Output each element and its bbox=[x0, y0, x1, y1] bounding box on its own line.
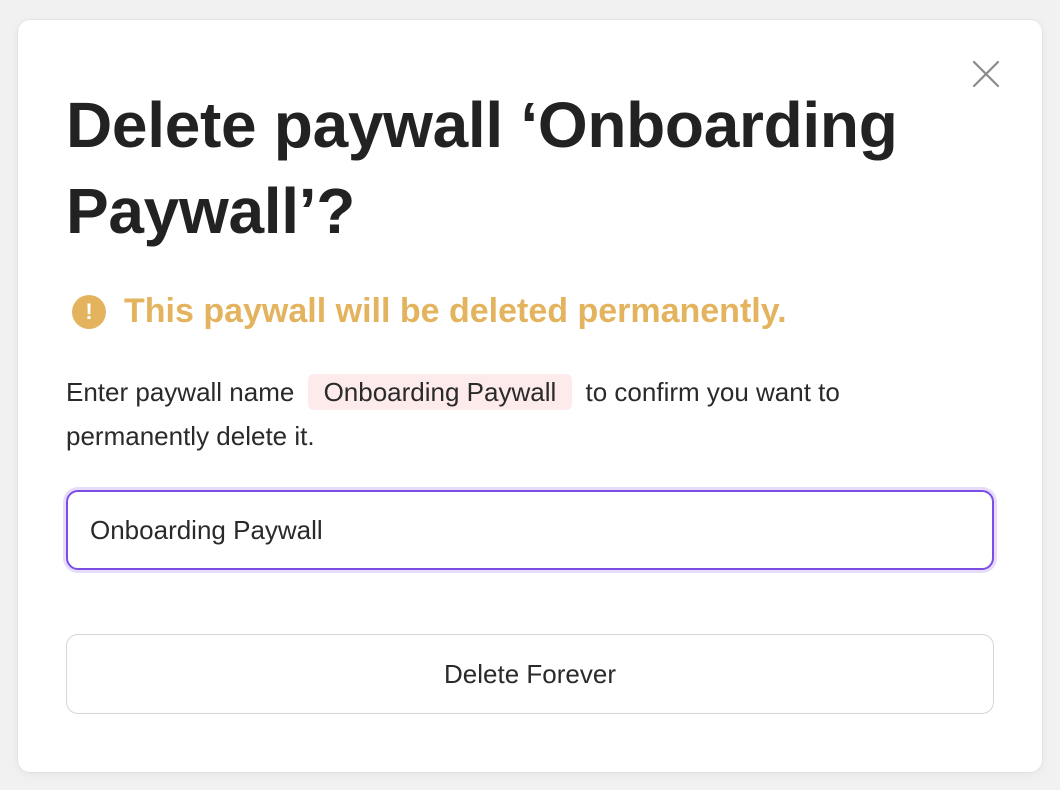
close-button[interactable] bbox=[966, 54, 1006, 94]
confirm-instructions: Enter paywall name Onboarding Paywall to… bbox=[66, 370, 966, 458]
warning-text: This paywall will be deleted permanently… bbox=[124, 292, 787, 330]
exclamation-circle-icon: ! bbox=[72, 294, 106, 329]
paywall-name-field bbox=[66, 490, 994, 570]
delete-paywall-dialog: Delete paywall ‘Onboarding Paywall’? ! T… bbox=[18, 20, 1042, 772]
close-icon bbox=[972, 60, 1000, 88]
paywall-name-chip: Onboarding Paywall bbox=[307, 374, 573, 410]
instructions-prefix: Enter paywall name bbox=[66, 377, 295, 407]
dialog-title: Delete paywall ‘Onboarding Paywall’? bbox=[66, 89, 898, 247]
warning-message: ! This paywall will be deleted permanent… bbox=[72, 292, 787, 331]
paywall-name-input[interactable] bbox=[90, 514, 992, 546]
delete-forever-button[interactable]: Delete Forever bbox=[66, 634, 994, 714]
